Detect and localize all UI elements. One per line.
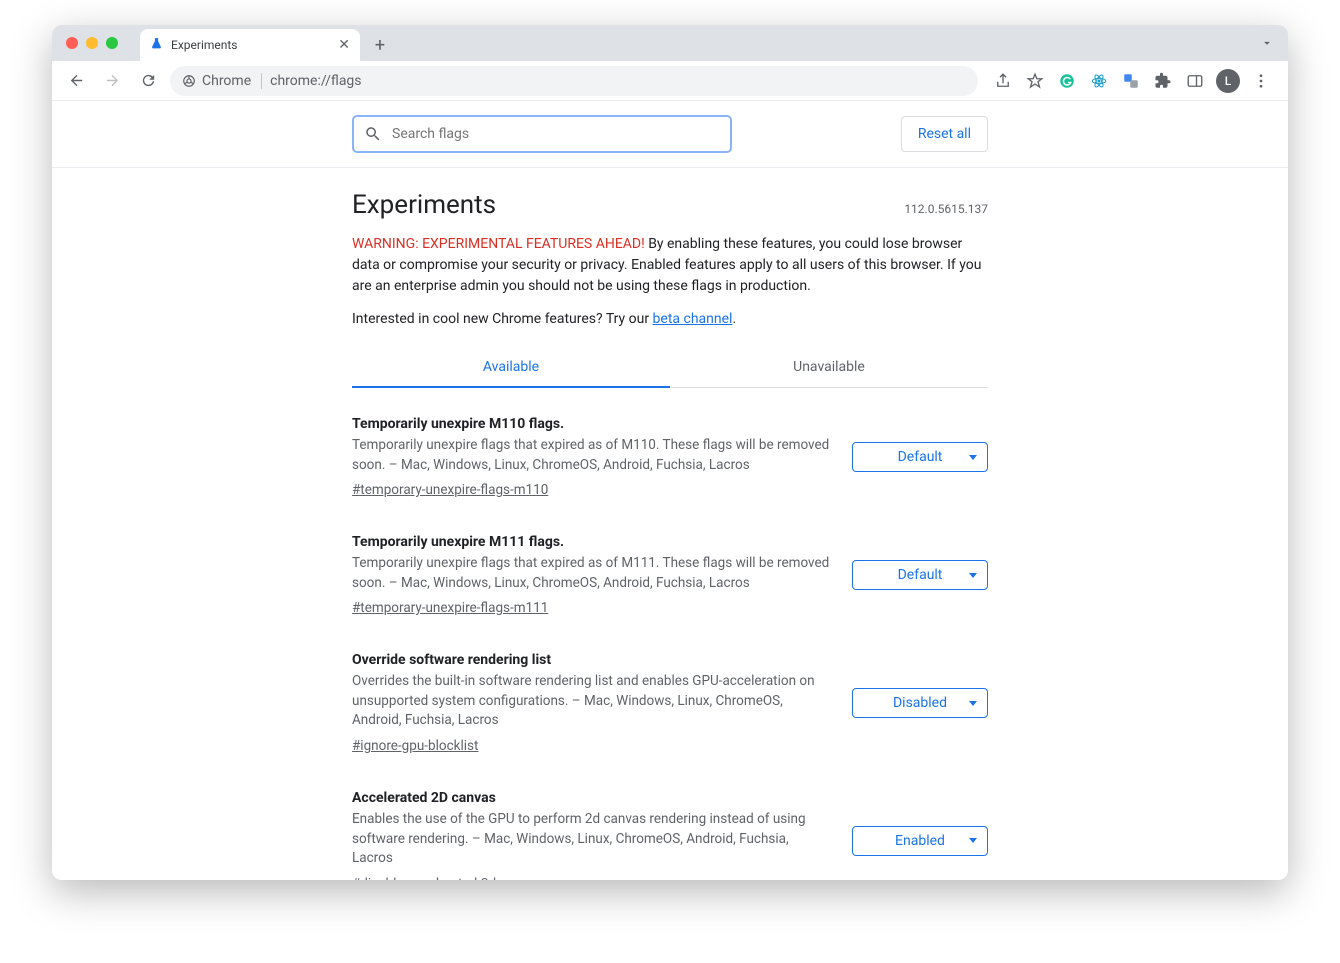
tab-title: Experiments	[171, 38, 238, 52]
flag-anchor-link[interactable]: #temporary-unexpire-flags-m110	[352, 482, 548, 498]
flag-description: Temporarily unexpire flags that expired …	[352, 436, 832, 475]
maximize-window-button[interactable]	[106, 37, 118, 49]
version-label: 112.0.5615.137	[904, 202, 988, 216]
toolbar-actions: L	[986, 69, 1278, 93]
back-button[interactable]	[62, 67, 90, 95]
extension-translate-icon[interactable]	[1120, 70, 1142, 92]
close-window-button[interactable]	[66, 37, 78, 49]
flag-select[interactable]: Disabled	[852, 688, 988, 718]
flag-select[interactable]: Default	[852, 560, 988, 590]
forward-button[interactable]	[98, 67, 126, 95]
share-icon[interactable]	[992, 70, 1014, 92]
flag-row: Accelerated 2D canvas Enables the use of…	[352, 790, 988, 880]
flags-list: Temporarily unexpire M110 flags. Tempora…	[352, 388, 988, 880]
flag-row: Override software rendering list Overrid…	[352, 652, 988, 754]
browser-toolbar: Chrome chrome://flags L	[52, 61, 1288, 101]
beta-channel-link[interactable]: beta channel	[653, 311, 733, 327]
flag-select[interactable]: Enabled	[852, 826, 988, 856]
search-box[interactable]	[352, 115, 732, 153]
flag-description: Enables the use of the GPU to perform 2d…	[352, 810, 832, 869]
bookmark-icon[interactable]	[1024, 70, 1046, 92]
titlebar: Experiments ✕ +	[52, 25, 1288, 61]
new-tab-button[interactable]: +	[366, 31, 394, 59]
address-bar[interactable]: Chrome chrome://flags	[170, 66, 978, 96]
reload-button[interactable]	[134, 67, 162, 95]
flag-description: Overrides the built-in software renderin…	[352, 672, 832, 731]
warning-text: WARNING: EXPERIMENTAL FEATURES AHEAD! By…	[352, 234, 988, 297]
page-title: Experiments	[352, 190, 496, 220]
search-icon	[364, 125, 382, 143]
close-tab-button[interactable]: ✕	[338, 37, 350, 53]
tab-unavailable[interactable]: Unavailable	[670, 347, 988, 387]
flask-icon	[150, 37, 163, 53]
sidepanel-button[interactable]	[1184, 70, 1206, 92]
experiments-body: Experiments 112.0.5615.137 WARNING: EXPE…	[352, 168, 988, 880]
tabs-dropdown-button[interactable]	[1260, 35, 1274, 54]
flag-anchor-link[interactable]: #disable-accelerated-2d-canvas	[352, 876, 542, 880]
extension-grammarly-icon[interactable]	[1056, 70, 1078, 92]
minimize-window-button[interactable]	[86, 37, 98, 49]
reset-all-button[interactable]: Reset all	[901, 116, 988, 152]
search-input[interactable]	[392, 126, 720, 142]
browser-tab[interactable]: Experiments ✕	[140, 29, 360, 61]
flag-select[interactable]: Default	[852, 442, 988, 472]
menu-button[interactable]	[1250, 70, 1272, 92]
flag-row: Temporarily unexpire M110 flags. Tempora…	[352, 416, 988, 498]
flag-title: Override software rendering list	[352, 652, 832, 668]
browser-window: Experiments ✕ + Chrome chrome://flags L	[52, 25, 1288, 880]
search-row: Reset all	[52, 101, 1288, 168]
tabs: Available Unavailable	[352, 347, 988, 388]
flag-title: Accelerated 2D canvas	[352, 790, 832, 806]
flag-anchor-link[interactable]: #ignore-gpu-blocklist	[352, 738, 478, 754]
flag-row: Temporarily unexpire M111 flags. Tempora…	[352, 534, 988, 616]
flag-description: Temporarily unexpire flags that expired …	[352, 554, 832, 593]
flag-title: Temporarily unexpire M111 flags.	[352, 534, 832, 550]
profile-avatar[interactable]: L	[1216, 69, 1240, 93]
window-controls	[66, 37, 118, 49]
extensions-button[interactable]	[1152, 70, 1174, 92]
beta-text: Interested in cool new Chrome features? …	[352, 311, 988, 327]
page-content: Reset all Experiments 112.0.5615.137 WAR…	[52, 101, 1288, 880]
flag-title: Temporarily unexpire M110 flags.	[352, 416, 832, 432]
tab-available[interactable]: Available	[352, 347, 670, 387]
site-chip-label: Chrome	[202, 73, 251, 89]
site-chip: Chrome	[182, 73, 262, 89]
extension-react-icon[interactable]	[1088, 70, 1110, 92]
chrome-icon	[182, 74, 196, 88]
flag-anchor-link[interactable]: #temporary-unexpire-flags-m111	[352, 600, 548, 616]
url-text: chrome://flags	[270, 73, 361, 89]
